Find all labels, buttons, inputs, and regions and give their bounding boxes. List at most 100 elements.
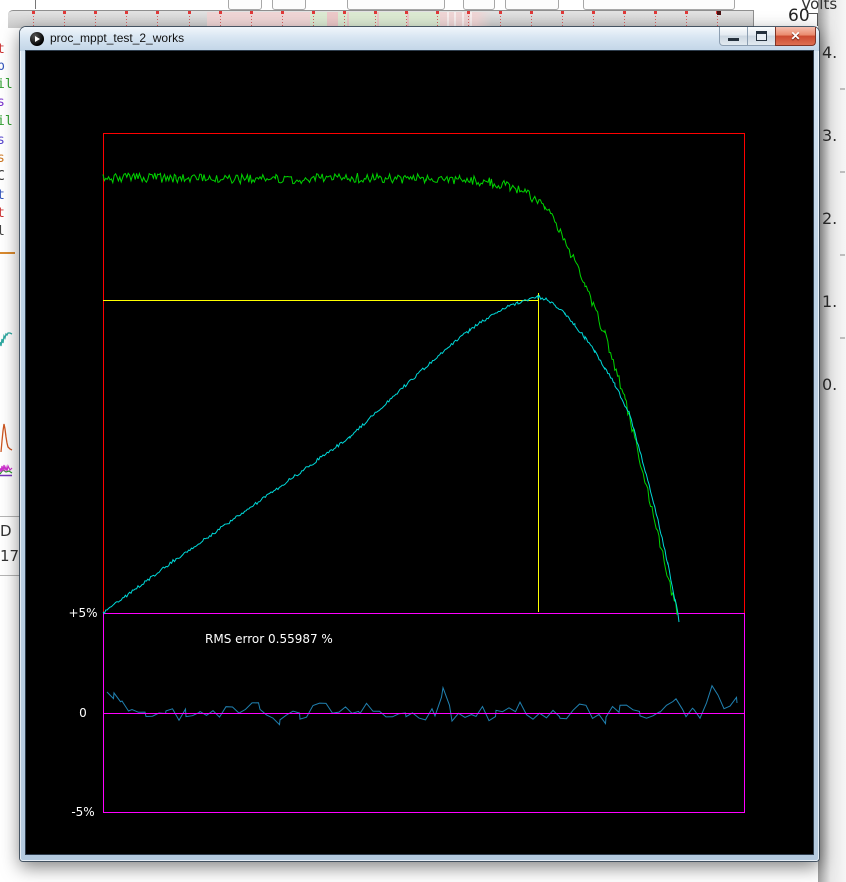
code-fragment: b <box>0 60 5 73</box>
background-minor-tick <box>840 337 845 339</box>
timeline-tick <box>375 13 376 28</box>
code-fragment: s <box>0 96 5 109</box>
background-divider <box>0 575 20 576</box>
close-icon: ✕ <box>790 29 800 43</box>
background-toolbar-button <box>463 0 495 10</box>
background-divider <box>0 516 20 517</box>
timeline-tick <box>468 13 469 28</box>
background-toolbar-button <box>228 0 262 10</box>
timeline-tick <box>717 13 718 28</box>
timeline-tick-dot <box>467 11 470 14</box>
maximize-icon <box>756 31 767 41</box>
timeline-stripe <box>470 12 472 28</box>
background-axis-tick: 1. <box>822 292 846 311</box>
code-fragment: t <box>0 207 5 220</box>
timeline-tick <box>562 13 563 28</box>
background-axis-tick: 2. <box>822 209 846 228</box>
timeline-tick <box>126 13 127 28</box>
background-toolbar-button <box>272 0 306 10</box>
timeline-tick <box>313 13 314 28</box>
background-sparkline-orange <box>0 419 13 454</box>
error-axis-bottom-label: -5% <box>63 805 103 819</box>
timeline-tick-dot <box>499 11 502 14</box>
mppt-plot <box>26 51 813 854</box>
background-minor-tick <box>840 254 845 256</box>
background-axis-corner <box>817 13 818 26</box>
timeline-tick <box>531 13 532 28</box>
titlebar[interactable]: proc_mppt_test_2_works ✕ <box>20 27 819 51</box>
timeline-tick-dot <box>281 11 284 14</box>
plot-outer-box <box>104 134 745 614</box>
timeline-tick <box>282 13 283 28</box>
timeline-tick-dot <box>125 11 128 14</box>
code-fragment: s <box>0 152 5 165</box>
timeline-tick-dot <box>250 11 253 14</box>
minimize-button[interactable] <box>719 27 748 46</box>
timeline-tick-dot <box>374 11 377 14</box>
background-toolbar-field <box>583 0 735 10</box>
timeline-region-pink <box>327 12 338 28</box>
timeline-region-pink <box>207 12 310 28</box>
timeline-tick-dot <box>312 11 315 14</box>
timeline-tick-dot <box>561 11 564 14</box>
background-sparkline-magenta <box>0 458 13 478</box>
maximize-button[interactable] <box>748 27 775 46</box>
power-curve <box>103 296 679 622</box>
background-minor-tick <box>840 88 845 90</box>
timeline-tick <box>593 13 594 28</box>
background-timeline-bar <box>8 10 754 28</box>
timeline-tick <box>251 13 252 28</box>
timeline-tick-dot <box>436 11 439 14</box>
timeline-stripe <box>462 12 464 28</box>
code-fragment: il <box>0 115 13 128</box>
timeline-tick-dot <box>685 11 688 14</box>
code-fragment: t <box>0 189 5 202</box>
timeline-tick-dot <box>188 11 191 14</box>
timeline-tick-dot <box>405 11 408 14</box>
timeline-tick <box>406 13 407 28</box>
background-pane-edge <box>35 0 36 9</box>
background-toolbar-field <box>347 0 445 10</box>
timeline-marker-dot <box>717 11 721 15</box>
close-button[interactable]: ✕ <box>775 27 816 46</box>
timeline-stripe <box>347 12 349 28</box>
timeline-tick-dot <box>343 11 346 14</box>
background-axis-tick: 3. <box>822 126 846 145</box>
timeline-stripe <box>454 12 456 28</box>
timeline-stripe <box>377 12 379 28</box>
code-fragment: C <box>0 170 5 183</box>
background-text-fragment: D <box>0 522 12 540</box>
iv-curve <box>103 173 678 614</box>
timeline-tick-dot <box>156 11 159 14</box>
code-fragment: l <box>0 225 5 238</box>
code-fragment: s <box>0 134 5 147</box>
timeline-stripe <box>407 12 409 28</box>
code-fragment: il <box>0 78 13 91</box>
app-play-icon <box>30 32 44 46</box>
error-axis-top-label: +5% <box>63 606 103 620</box>
minimize-icon <box>728 38 739 41</box>
window-title: proc_mppt_test_2_works <box>50 31 184 45</box>
timeline-tick <box>33 13 34 28</box>
background-axis-tick: 0. <box>822 375 846 394</box>
background-sparkline-teal <box>0 326 13 352</box>
error-axis-zero-label: 0 <box>63 706 103 720</box>
code-fragment: t <box>0 43 5 56</box>
timeline-tick <box>189 13 190 28</box>
timeline-tick <box>655 13 656 28</box>
background-scale-label: 60 <box>788 6 810 26</box>
timeline-tick-dot <box>63 11 66 14</box>
timeline-tick <box>686 13 687 28</box>
timeline-tick-dot <box>654 11 657 14</box>
timeline-tick-dot <box>530 11 533 14</box>
timeline-region-green <box>338 12 440 28</box>
timeline-tick-dot <box>592 11 595 14</box>
timeline-tick <box>64 13 65 28</box>
timeline-tick <box>437 13 438 28</box>
timeline-tick <box>220 13 221 28</box>
error-trace <box>107 686 737 725</box>
timeline-tick <box>624 13 625 28</box>
timeline-tick-dot <box>32 11 35 14</box>
sketch-canvas: +5% 0 -5% RMS error 0.55987 % <box>26 51 813 854</box>
background-text-fragment: 17 <box>0 547 19 565</box>
